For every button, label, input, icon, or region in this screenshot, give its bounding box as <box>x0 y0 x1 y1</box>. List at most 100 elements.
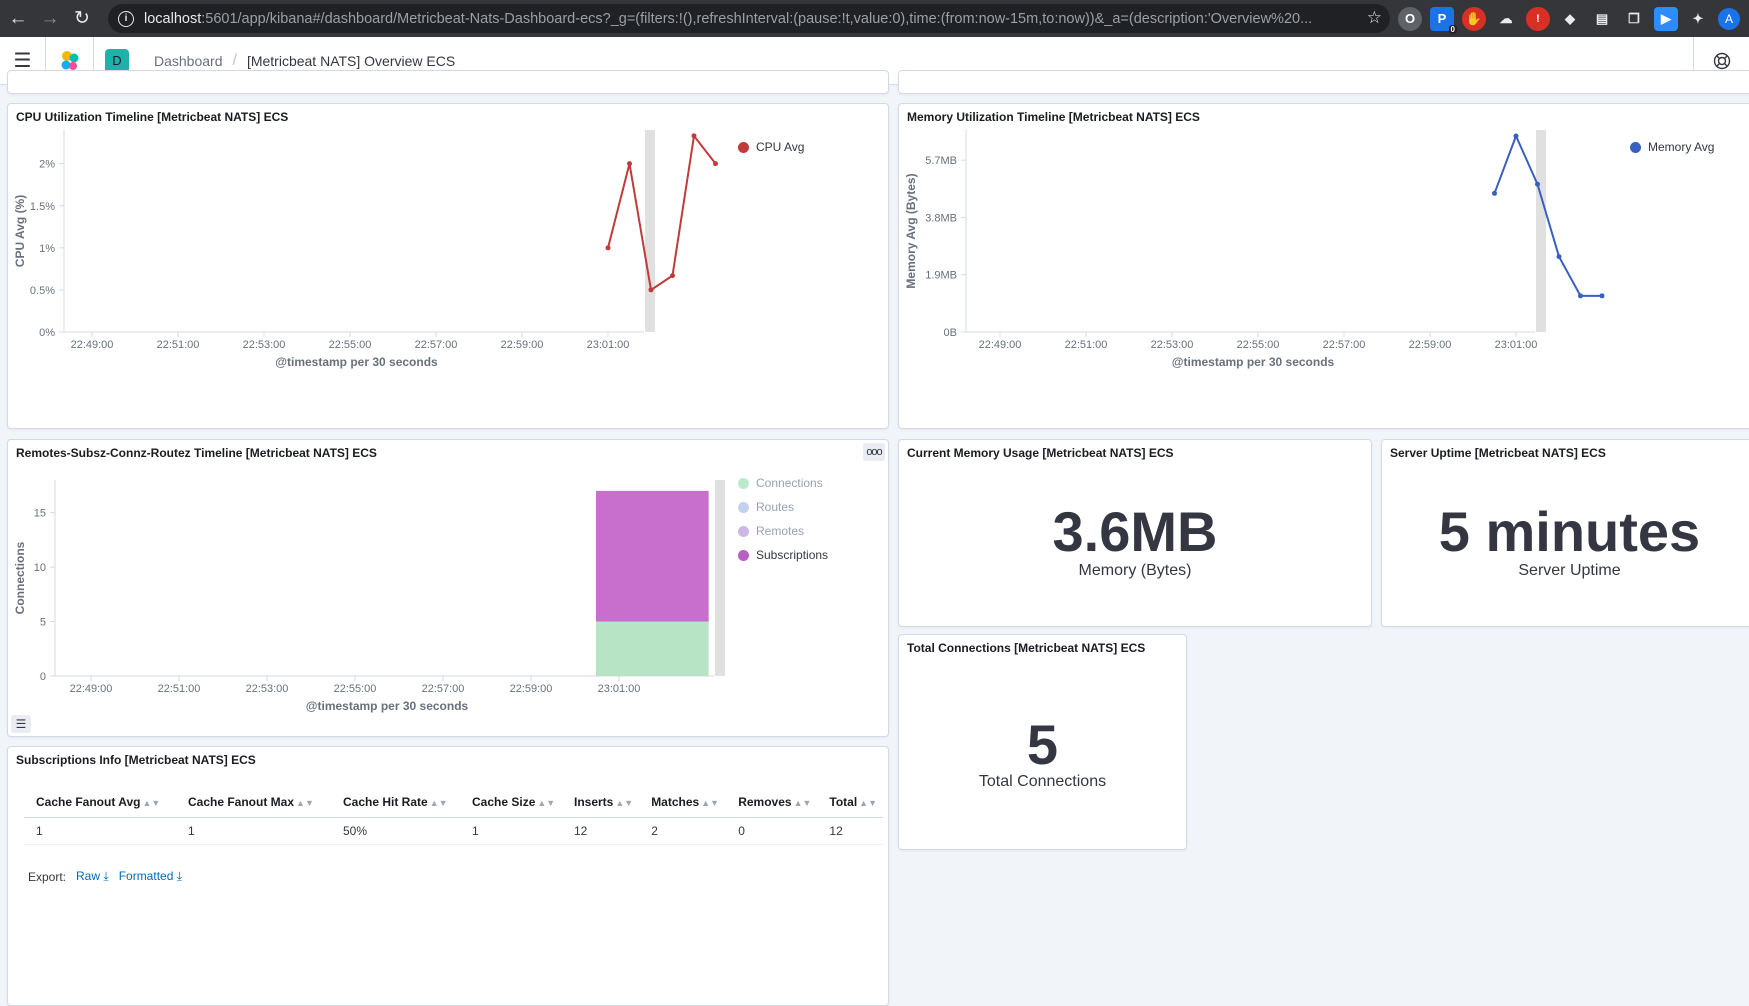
column-header-cache-fanout-max[interactable]: Cache Fanout Max ▲▼ <box>176 787 331 818</box>
back-arrow-icon[interactable]: ← <box>4 5 32 33</box>
legend-dot-icon <box>1630 141 1641 153</box>
export-formatted-label: Formatted <box>118 869 174 883</box>
data-point <box>1513 133 1519 139</box>
panel-title: Server Uptime [Metricbeat NATS] ECS <box>1390 446 1606 460</box>
memory-metric-label: Memory (Bytes) <box>1078 562 1192 579</box>
data-point <box>1535 181 1540 187</box>
legend-dot-icon <box>738 549 749 561</box>
x-tick-label: 22:49:00 <box>979 339 1022 351</box>
extension-gem-icon[interactable]: ◆ <box>1558 7 1582 31</box>
extensions-area: O P0 ✋ ☁ ! ◆ ▤ ❐ ▶ ✦ A <box>1398 6 1740 34</box>
y-tick-label: 2% <box>39 159 55 171</box>
forward-arrow-icon[interactable]: → <box>36 5 64 33</box>
column-label: Removes <box>738 795 792 809</box>
x-tick-label: 22:59:00 <box>510 683 553 695</box>
legend-item-subscriptions[interactable]: Subscriptions <box>738 543 828 567</box>
legend-item-remotes[interactable]: Remotes <box>738 519 828 543</box>
y-tick-label: 0B <box>944 327 957 339</box>
site-info-icon[interactable]: i <box>118 10 134 27</box>
sort-icon: ▲▼ <box>793 798 812 808</box>
column-header-cache-fanout-avg[interactable]: Cache Fanout Avg ▲▼ <box>24 787 176 818</box>
extension-copy-icon[interactable]: ❐ <box>1622 7 1646 31</box>
column-header-cache-hit-rate[interactable]: Cache Hit Rate ▲▼ <box>331 787 460 818</box>
panel-title: Total Connections [Metricbeat NATS] ECS <box>907 641 1146 655</box>
breadcrumb-dashboard[interactable]: Dashboard <box>154 53 223 69</box>
extension-alert-icon[interactable]: ! <box>1526 6 1550 31</box>
y-tick-label: 0.5% <box>30 285 55 297</box>
legend-item-routes[interactable]: Routes <box>738 495 828 519</box>
column-header-inserts[interactable]: Inserts ▲▼ <box>562 787 640 818</box>
x-tick-label: 22:57:00 <box>415 339 458 351</box>
bar-segment <box>596 490 709 622</box>
y-tick-label: 1.9MB <box>925 270 957 282</box>
table-cell: 1 <box>24 817 176 845</box>
extension-zoom-icon[interactable]: ▶ <box>1654 6 1678 31</box>
extension-badge-icon[interactable]: P0 <box>1430 6 1457 34</box>
export-formatted-link[interactable]: Formatted ⤓ <box>119 869 182 884</box>
legend-dot-icon <box>738 525 749 537</box>
sort-icon: ▲▼ <box>429 798 448 808</box>
y-tick-label: 5.7MB <box>925 155 957 167</box>
url-host: localhost <box>144 10 202 27</box>
table-cell: 1 <box>460 817 562 845</box>
x-axis-title: @timestamp per 30 seconds <box>275 355 438 369</box>
series-line <box>1493 133 1602 297</box>
data-point <box>1492 190 1497 196</box>
connections-metric-value: 5 <box>1026 713 1059 776</box>
extension-cloud-icon[interactable]: ☁ <box>1494 7 1518 31</box>
extension-notes-icon[interactable]: ▤ <box>1590 7 1614 31</box>
remotes-timeline-panel: Remotes-Subsz-Connz-Routez Timeline [Met… <box>7 439 889 737</box>
profile-avatar[interactable]: A <box>1718 7 1740 30</box>
sort-icon: ▲▼ <box>142 798 161 808</box>
column-header-cache-size[interactable]: Cache Size ▲▼ <box>460 787 562 818</box>
space-avatar: D <box>105 48 129 73</box>
column-header-matches[interactable]: Matches ▲▼ <box>639 787 727 818</box>
x-tick-label: 22:55:00 <box>334 683 377 695</box>
x-tick-label: 23:01:00 <box>587 339 630 351</box>
data-point <box>713 161 718 167</box>
bookmark-star-icon[interactable]: ☆ <box>1360 8 1382 28</box>
download-icon: ⤓ <box>176 869 183 883</box>
sort-icon: ▲▼ <box>537 798 556 808</box>
extensions-puzzle-icon[interactable]: ✦ <box>1686 7 1710 31</box>
breadcrumb-separator: / <box>232 51 237 69</box>
legend-dot-icon <box>738 477 749 489</box>
subscriptions-info-panel: Subscriptions Info [Metricbeat NATS] ECS… <box>7 746 889 1006</box>
legend-item-cpu-avg[interactable]: CPU Avg <box>738 135 804 159</box>
extension-circle-icon[interactable]: O <box>1398 6 1422 31</box>
extension-stop-icon[interactable]: ✋ <box>1462 6 1486 31</box>
legend-item-connections[interactable]: Connections <box>738 471 828 495</box>
series-line <box>607 133 717 292</box>
x-tick-label: 22:53:00 <box>1151 339 1194 351</box>
column-header-total[interactable]: Total ▲▼ <box>817 787 883 818</box>
address-bar[interactable]: i localhost:5601/app/kibana#/dashboard/M… <box>108 4 1390 33</box>
column-label: Total <box>829 795 858 809</box>
legend-label: Memory Avg <box>1648 140 1715 154</box>
column-label: Matches <box>651 795 700 809</box>
sort-icon: ▲▼ <box>296 798 314 808</box>
y-axis-title: Memory Avg (Bytes) <box>904 173 918 288</box>
legend-toggle-button[interactable]: ☰ <box>11 715 31 733</box>
x-tick-label: 22:51:00 <box>1065 339 1108 351</box>
export-raw-label: Raw <box>76 869 101 883</box>
data-point <box>670 273 675 279</box>
export-raw-link[interactable]: Raw ⤓ <box>76 869 109 884</box>
data-point <box>605 245 611 251</box>
x-tick-label: 22:55:00 <box>1237 339 1280 351</box>
legend-label: Connections <box>756 476 823 490</box>
y-tick-label: 0 <box>40 671 46 683</box>
data-point <box>1599 293 1605 299</box>
legend-dot-icon <box>738 501 749 513</box>
column-header-removes[interactable]: Removes ▲▼ <box>726 787 818 818</box>
reload-icon[interactable]: ↻ <box>68 5 96 33</box>
legend-label: Routes <box>756 500 795 514</box>
memory-legend: Memory Avg <box>1630 135 1714 159</box>
legend-item-memory-avg[interactable]: Memory Avg <box>1630 135 1714 159</box>
column-label: Cache Fanout Max <box>188 795 295 809</box>
current-memory-panel: Current Memory Usage [Metricbeat NATS] E… <box>898 439 1372 627</box>
panel-above-left <box>7 70 889 94</box>
y-tick-label: 1.5% <box>30 201 55 213</box>
url-path: :5601/app/kibana#/dashboard/Metricbeat-N… <box>201 10 1313 27</box>
x-axis-title: @timestamp per 30 seconds <box>306 699 469 713</box>
data-point <box>648 287 654 293</box>
